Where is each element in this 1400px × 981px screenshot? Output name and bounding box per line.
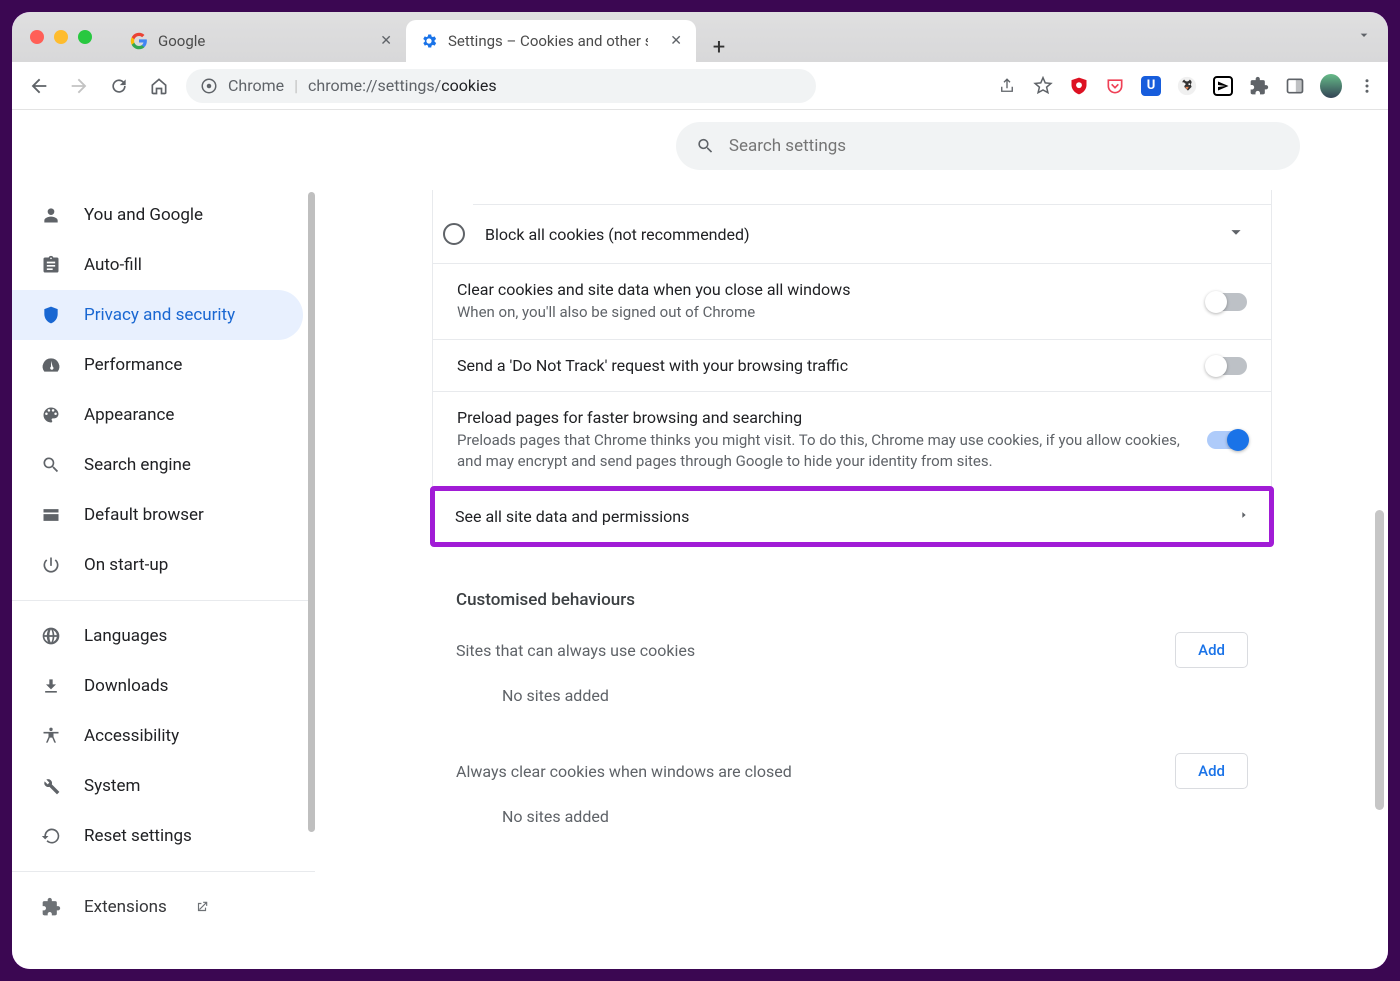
close-window-button[interactable] [30, 30, 44, 44]
settings-favicon-icon [420, 32, 438, 50]
speedometer-icon [40, 354, 62, 376]
puzzle-icon [40, 896, 62, 918]
chevron-right-icon [1239, 507, 1249, 526]
content-scrollbar[interactable] [1375, 510, 1384, 810]
tabs-dropdown-icon[interactable] [1356, 27, 1388, 47]
extension-ublock-icon[interactable] [1068, 75, 1090, 97]
search-icon [696, 136, 715, 156]
extension-privacy-badger-icon[interactable] [1176, 75, 1198, 97]
home-button[interactable] [142, 69, 176, 103]
option-preload: Preload pages for faster browsing and se… [433, 391, 1271, 488]
sidebar-item-performance[interactable]: Performance [12, 340, 303, 390]
external-link-icon [195, 900, 209, 914]
add-button[interactable]: Add [1175, 753, 1248, 789]
toolbar: Chrome | chrome://settings/cookies U [12, 62, 1388, 110]
toggle-clear-on-close[interactable] [1207, 293, 1247, 311]
radio-unchecked-icon[interactable] [443, 223, 465, 245]
forward-button[interactable] [62, 69, 96, 103]
no-sites-text: No sites added [456, 789, 1248, 844]
new-tab-button[interactable]: + [704, 32, 734, 62]
download-icon [40, 675, 62, 697]
wrench-icon [40, 775, 62, 797]
extension-send-icon[interactable] [1212, 75, 1234, 97]
sidebar-item-you-and-google[interactable]: You and Google [12, 190, 303, 240]
back-button[interactable] [22, 69, 56, 103]
highlight-box: See all site data and permissions [430, 486, 1274, 547]
toggle-preload[interactable] [1207, 431, 1247, 449]
bookmark-star-icon[interactable] [1032, 75, 1054, 97]
search-settings[interactable] [676, 122, 1300, 170]
sidebar-item-extensions[interactable]: Extensions [12, 882, 303, 932]
settings-sidebar: You and Google Auto-fill Privacy and sec… [12, 110, 316, 969]
chrome-info-icon [200, 77, 218, 95]
power-icon [40, 554, 62, 576]
sidebar-item-appearance[interactable]: Appearance [12, 390, 303, 440]
accessibility-icon [40, 725, 62, 747]
person-icon [40, 204, 62, 226]
profile-avatar[interactable] [1320, 75, 1342, 97]
browser-icon [40, 504, 62, 526]
close-tab-icon[interactable]: ✕ [380, 33, 392, 49]
maximize-window-button[interactable] [78, 30, 92, 44]
tab-title: Settings – Cookies and other s [448, 32, 648, 50]
group-sites-always-use-cookies: Sites that can always use cookies Add No… [432, 616, 1272, 729]
search-icon [40, 454, 62, 476]
url-chip: Chrome [228, 76, 284, 95]
shield-icon [40, 304, 62, 326]
chevron-down-icon[interactable] [1225, 221, 1247, 247]
option-block-all-cookies[interactable]: Block all cookies (not recommended) [473, 204, 1271, 263]
add-button[interactable]: Add [1175, 632, 1248, 668]
sidebar-item-system[interactable]: System [12, 761, 303, 811]
option-do-not-track: Send a 'Do Not Track' request with your … [433, 339, 1271, 391]
extension-bitwarden-icon[interactable]: U [1140, 75, 1162, 97]
sidebar-scrollbar[interactable] [308, 192, 315, 832]
extensions-menu-icon[interactable] [1248, 75, 1270, 97]
sidebar-item-downloads[interactable]: Downloads [12, 661, 303, 711]
no-sites-text: No sites added [456, 668, 1248, 723]
option-clear-on-close: Clear cookies and site data when you clo… [433, 263, 1271, 339]
link-see-all-site-data[interactable]: See all site data and permissions [435, 491, 1269, 542]
toggle-dnt[interactable] [1207, 357, 1247, 375]
address-bar[interactable]: Chrome | chrome://settings/cookies [186, 69, 816, 103]
tab-google[interactable]: Google ✕ [116, 20, 406, 62]
reload-button[interactable] [102, 69, 136, 103]
sidebar-item-reset[interactable]: Reset settings [12, 811, 303, 861]
search-input[interactable] [729, 136, 1280, 156]
sidebar-item-autofill[interactable]: Auto-fill [12, 240, 303, 290]
extension-pocket-icon[interactable] [1104, 75, 1126, 97]
browser-menu-icon[interactable] [1356, 75, 1378, 97]
group-always-clear-cookies: Always clear cookies when windows are cl… [432, 737, 1272, 850]
tab-title: Google [158, 32, 205, 50]
section-customised-behaviours: Customised behaviours [432, 570, 1272, 616]
sidebar-item-startup[interactable]: On start-up [12, 540, 303, 590]
minimize-window-button[interactable] [54, 30, 68, 44]
sidebar-item-search-engine[interactable]: Search engine [12, 440, 303, 490]
tab-settings[interactable]: Settings – Cookies and other s ✕ [406, 20, 696, 62]
globe-icon [40, 625, 62, 647]
restore-icon [40, 825, 62, 847]
sidebar-item-accessibility[interactable]: Accessibility [12, 711, 303, 761]
google-favicon-icon [130, 32, 148, 50]
palette-icon [40, 404, 62, 426]
clipboard-icon [40, 254, 62, 276]
sidebar-item-languages[interactable]: Languages [12, 611, 303, 661]
window-titlebar: Google ✕ Settings – Cookies and other s … [12, 12, 1388, 62]
side-panel-icon[interactable] [1284, 75, 1306, 97]
close-tab-icon[interactable]: ✕ [670, 33, 682, 49]
sidebar-item-default-browser[interactable]: Default browser [12, 490, 303, 540]
sidebar-item-privacy[interactable]: Privacy and security [12, 290, 303, 340]
share-icon[interactable] [996, 75, 1018, 97]
